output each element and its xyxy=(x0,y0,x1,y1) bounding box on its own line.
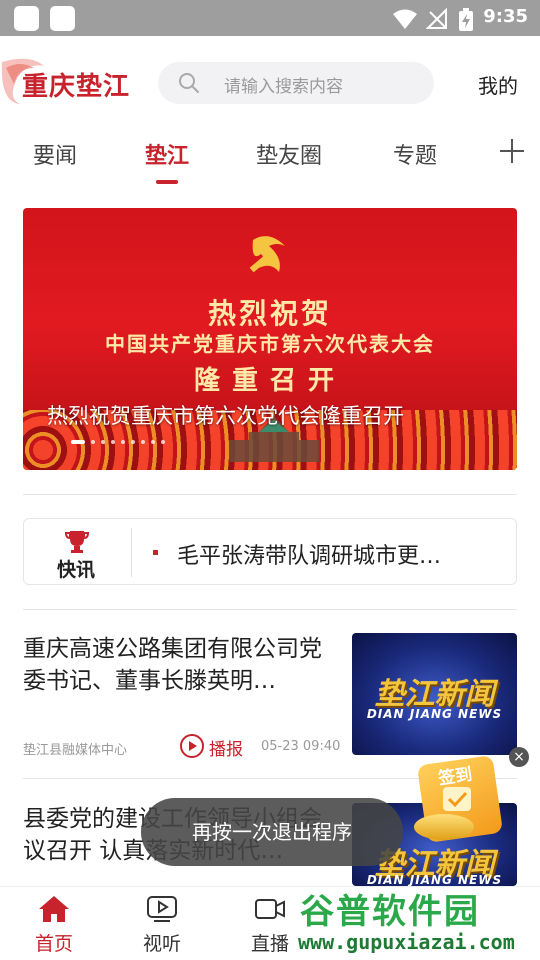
banner-subheadline: 中国共产党重庆市第六次代表大会 xyxy=(105,332,435,356)
news-time: 05-23 09:40 xyxy=(261,739,341,754)
carousel-dot[interactable] xyxy=(131,440,135,444)
news-source: 垫江县融媒体中心 xyxy=(23,743,128,758)
notification-icon xyxy=(50,6,75,31)
sign-in-label: 签到 xyxy=(437,764,474,790)
search-placeholder: 请输入搜索内容 xyxy=(224,77,343,97)
tab-yaowen[interactable]: 要闻 xyxy=(33,138,77,170)
thumbnail-subtitle: DIAN JIANG NEWS xyxy=(366,707,503,721)
banner-carousel[interactable]: 热烈祝贺 中国共产党重庆市第六次代表大会 隆重召开 热烈祝贺重庆市第六次党代会隆… xyxy=(23,208,517,470)
video-play-icon xyxy=(147,896,177,922)
watermark: 谷普软件园 www.gupuxiazai.com xyxy=(296,882,540,960)
banner-caption: 热烈祝贺重庆市第六次党代会隆重召开 xyxy=(47,404,404,428)
no-signal-icon xyxy=(426,8,447,29)
carousel-dot[interactable] xyxy=(151,440,155,444)
carousel-dot[interactable] xyxy=(141,440,145,444)
notification-icon xyxy=(14,6,39,31)
divider xyxy=(23,494,517,495)
add-channel-icon[interactable] xyxy=(499,138,525,164)
carousel-dot[interactable] xyxy=(101,440,105,444)
exit-toast: 再按一次退出程序 xyxy=(141,798,403,866)
carousel-dot[interactable] xyxy=(161,440,165,444)
divider xyxy=(23,609,517,610)
sign-in-widget[interactable]: 签到 xyxy=(410,752,510,847)
news-thumbnail[interactable]: 垫江新闻 DIAN JIANG NEWS xyxy=(352,633,517,755)
banner-headline-2: 隆重召开 xyxy=(193,366,346,396)
tab-dianjiang[interactable]: 垫江 xyxy=(145,138,189,170)
status-bar: 9:35 xyxy=(0,0,540,36)
bullet-dot xyxy=(153,550,158,555)
flash-news-text[interactable]: 毛平张涛带队调研城市更… xyxy=(177,538,441,570)
play-circle-icon[interactable] xyxy=(179,733,205,759)
carousel-dot[interactable] xyxy=(91,440,95,444)
divider xyxy=(131,528,132,577)
checkmark-icon xyxy=(443,787,471,811)
carousel-dot[interactable] xyxy=(71,440,85,444)
status-time: 9:35 xyxy=(483,6,528,27)
nav-home-label: 首页 xyxy=(34,933,73,955)
tab-dianyouquan[interactable]: 垫友圈 xyxy=(256,138,322,170)
trophy-icon xyxy=(64,531,90,553)
carousel-dot[interactable] xyxy=(121,440,125,444)
nav-video-label: 视听 xyxy=(142,933,181,955)
carousel-dot[interactable] xyxy=(111,440,115,444)
party-emblem-icon xyxy=(249,236,285,273)
watermark-url: www.gupuxiazai.com xyxy=(298,930,515,954)
home-icon xyxy=(39,896,69,922)
battery-charging-icon xyxy=(459,8,473,31)
broadcast-button[interactable]: 播报 xyxy=(209,735,243,760)
wifi-icon xyxy=(393,9,417,29)
watermark-title: 谷普软件园 xyxy=(300,892,480,932)
app-logo[interactable]: 重庆垫江 xyxy=(22,66,130,103)
flash-news-bar[interactable]: 快讯 毛平张涛带队调研城市更… xyxy=(23,518,517,585)
search-icon xyxy=(179,73,199,93)
carousel-indicator xyxy=(71,440,165,444)
close-icon[interactable]: × xyxy=(509,747,529,767)
flash-news-label: 快讯 xyxy=(57,559,96,581)
search-bar[interactable]: 请输入搜索内容 xyxy=(158,62,434,104)
nav-home[interactable]: 首页 xyxy=(14,895,94,956)
app-header: 重庆垫江 请输入搜索内容 我的 xyxy=(0,36,540,128)
mine-button[interactable]: 我的 xyxy=(478,70,518,99)
banner-headline: 热烈祝贺 xyxy=(207,297,332,330)
news-item[interactable]: 重庆高速公路集团有限公司党委书记、董事长滕英明… 垫江新闻 DIAN JIANG… xyxy=(23,633,517,760)
news-title[interactable]: 重庆高速公路集团有限公司党委书记、董事长滕英明… xyxy=(23,633,341,697)
active-tab-indicator xyxy=(156,180,178,184)
channel-tabs: 要闻 垫江 垫友圈 专题 xyxy=(0,128,540,190)
tab-zhuanti[interactable]: 专题 xyxy=(393,138,437,170)
nav-video[interactable]: 视听 xyxy=(122,895,202,956)
camera-icon xyxy=(255,899,285,919)
coins-icon xyxy=(414,814,474,840)
